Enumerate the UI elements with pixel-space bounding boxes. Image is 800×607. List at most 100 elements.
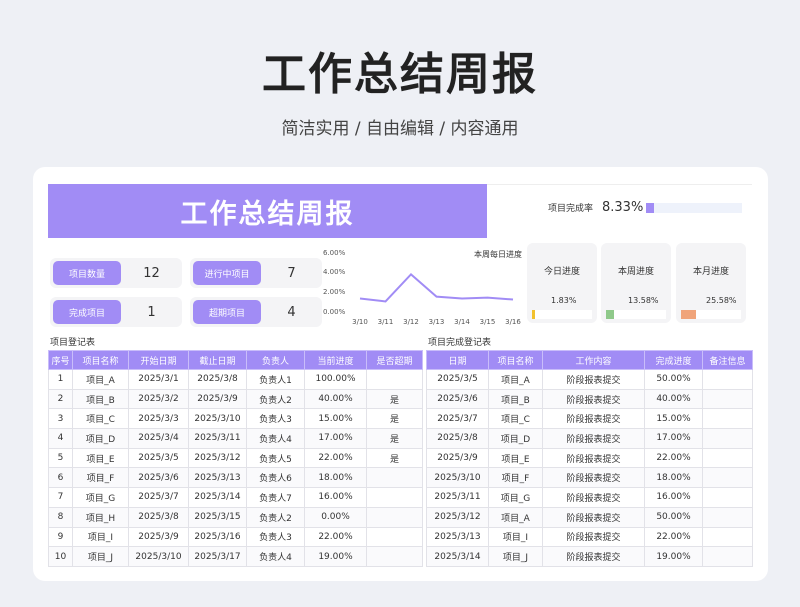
progress-fill — [681, 310, 697, 319]
table-cell — [702, 369, 753, 390]
table-cell: 4 — [48, 428, 73, 449]
table-cell: 2025/3/7 — [128, 487, 189, 508]
table-cell: 项目_C — [488, 408, 543, 430]
table-cell: 8 — [48, 506, 73, 528]
divider — [487, 184, 752, 185]
overall-completion-fill — [646, 202, 654, 213]
table-cell: 2025/3/14 — [426, 546, 489, 567]
progress-bar — [606, 310, 666, 319]
table-row: 2025/3/5 项目_A 阶段报表提交 50.00% — [426, 369, 753, 390]
table-cell: 19.00% — [304, 546, 367, 567]
table-cell: 是 — [366, 447, 423, 469]
table-row: 2025/3/6 项目_B 阶段报表提交 40.00% — [426, 388, 753, 410]
table-cell: 项目_E — [72, 447, 129, 469]
table-cell — [702, 487, 753, 508]
table-cell: 2025/3/10 — [426, 467, 489, 489]
table-cell — [702, 467, 753, 489]
table-cell: 19.00% — [644, 546, 703, 567]
table-cell: 阶段报表提交 — [542, 388, 645, 410]
stat-completed: 完成项目 1 — [50, 297, 182, 327]
table-cell — [702, 526, 753, 548]
table-cell: 阶段报表提交 — [542, 487, 645, 508]
table-cell: 负责人1 — [246, 369, 305, 390]
progress-card-month: 本月进度 25.58% — [676, 243, 746, 323]
table-cell — [366, 526, 423, 548]
progress-fill — [532, 310, 535, 319]
progress-card-week: 本周进度 13.58% — [601, 243, 671, 323]
table-cell: 项目_J — [72, 546, 129, 567]
x-tick: 3/10 — [352, 318, 368, 326]
stat-label: 进行中项目 — [193, 261, 261, 285]
y-tick: 0.00% — [323, 308, 346, 316]
column-header: 完成进度 — [644, 350, 703, 370]
table-row: 2025/3/13 项目_I 阶段报表提交 22.00% — [426, 526, 753, 548]
stat-value: 12 — [143, 265, 160, 281]
table-cell: 负责人4 — [246, 428, 305, 449]
table-cell: 阶段报表提交 — [542, 506, 645, 528]
table-cell: 22.00% — [304, 447, 367, 469]
table-cell: 18.00% — [644, 467, 703, 489]
table-cell: 2025/3/6 — [128, 467, 189, 489]
table-cell: 2025/3/1 — [128, 369, 189, 390]
stat-value: 1 — [147, 304, 156, 320]
table-cell: 负责人4 — [246, 546, 305, 567]
table-cell: 2025/3/14 — [188, 487, 247, 508]
column-header: 项目名称 — [488, 350, 543, 370]
table-cell: 阶段报表提交 — [542, 369, 645, 390]
table-cell: 2025/3/17 — [188, 546, 247, 567]
table-row: 2025/3/8 项目_D 阶段报表提交 17.00% — [426, 428, 753, 449]
table-cell: 10 — [48, 546, 73, 567]
table-row: 2025/3/11 项目_G 阶段报表提交 16.00% — [426, 487, 753, 508]
table-cell: 0.00% — [304, 506, 367, 528]
progress-title: 本周进度 — [617, 267, 654, 277]
stat-project-count: 项目数量 12 — [50, 258, 182, 288]
table-cell: 2025/3/9 — [128, 526, 189, 548]
y-tick: 2.00% — [323, 288, 346, 296]
table-cell: 50.00% — [644, 369, 703, 390]
x-tick: 3/12 — [403, 318, 419, 326]
table-cell: 2025/3/8 — [128, 506, 189, 528]
table-cell: 6 — [48, 467, 73, 489]
table-cell: 项目_D — [72, 428, 129, 449]
table-cell: 2025/3/4 — [128, 428, 189, 449]
y-tick: 6.00% — [323, 249, 346, 257]
table-cell: 9 — [48, 526, 73, 548]
project-registry-table: 序号 项目名称 开始日期 截止日期 负责人 当前进度 是否超期 1 项目_A 2025/3/1 2… — [48, 350, 423, 567]
stat-label: 完成项目 — [53, 300, 121, 324]
banner-title: 工作总结周报 — [48, 184, 487, 238]
table-cell: 22.00% — [304, 526, 367, 548]
table-cell: 项目_A — [72, 369, 129, 390]
table-cell: 22.00% — [644, 447, 703, 469]
table-cell — [366, 487, 423, 508]
progress-value: 1.83% — [551, 296, 577, 305]
table-cell: 阶段报表提交 — [542, 467, 645, 489]
table-cell: 阶段报表提交 — [542, 526, 645, 548]
table-cell: 50.00% — [644, 506, 703, 528]
table-cell: 负责人6 — [246, 467, 305, 489]
registry-title: 项目登记表 — [50, 338, 96, 348]
table-cell: 阶段报表提交 — [542, 447, 645, 469]
column-header: 序号 — [48, 350, 73, 370]
table-cell: 项目_C — [72, 408, 129, 430]
table-cell: 项目_G — [72, 487, 129, 508]
column-header: 项目名称 — [72, 350, 129, 370]
table-cell: 2025/3/8 — [426, 428, 489, 449]
table-cell: 40.00% — [304, 388, 367, 410]
table-cell: 2025/3/7 — [426, 408, 489, 430]
table-cell: 项目_G — [488, 487, 543, 508]
table-cell — [366, 546, 423, 567]
table-cell: 2025/3/12 — [188, 447, 247, 469]
overall-completion-bar — [646, 202, 742, 213]
table-row: 2025/3/9 项目_E 阶段报表提交 22.00% — [426, 447, 753, 469]
table-cell: 2025/3/5 — [426, 369, 489, 390]
table-cell: 100.00% — [304, 369, 367, 390]
progress-value: 25.58% — [706, 296, 737, 305]
stat-label: 超期项目 — [193, 300, 261, 324]
table-cell: 2025/3/10 — [188, 408, 247, 430]
table-cell: 1 — [48, 369, 73, 390]
x-tick: 3/15 — [479, 318, 496, 326]
table-cell: 2025/3/5 — [128, 447, 189, 469]
table-row: 1 项目_A 2025/3/1 2025/3/8 负责人1 100.00% — [48, 369, 423, 390]
table-cell — [702, 388, 753, 410]
table-cell: 3 — [48, 408, 73, 430]
